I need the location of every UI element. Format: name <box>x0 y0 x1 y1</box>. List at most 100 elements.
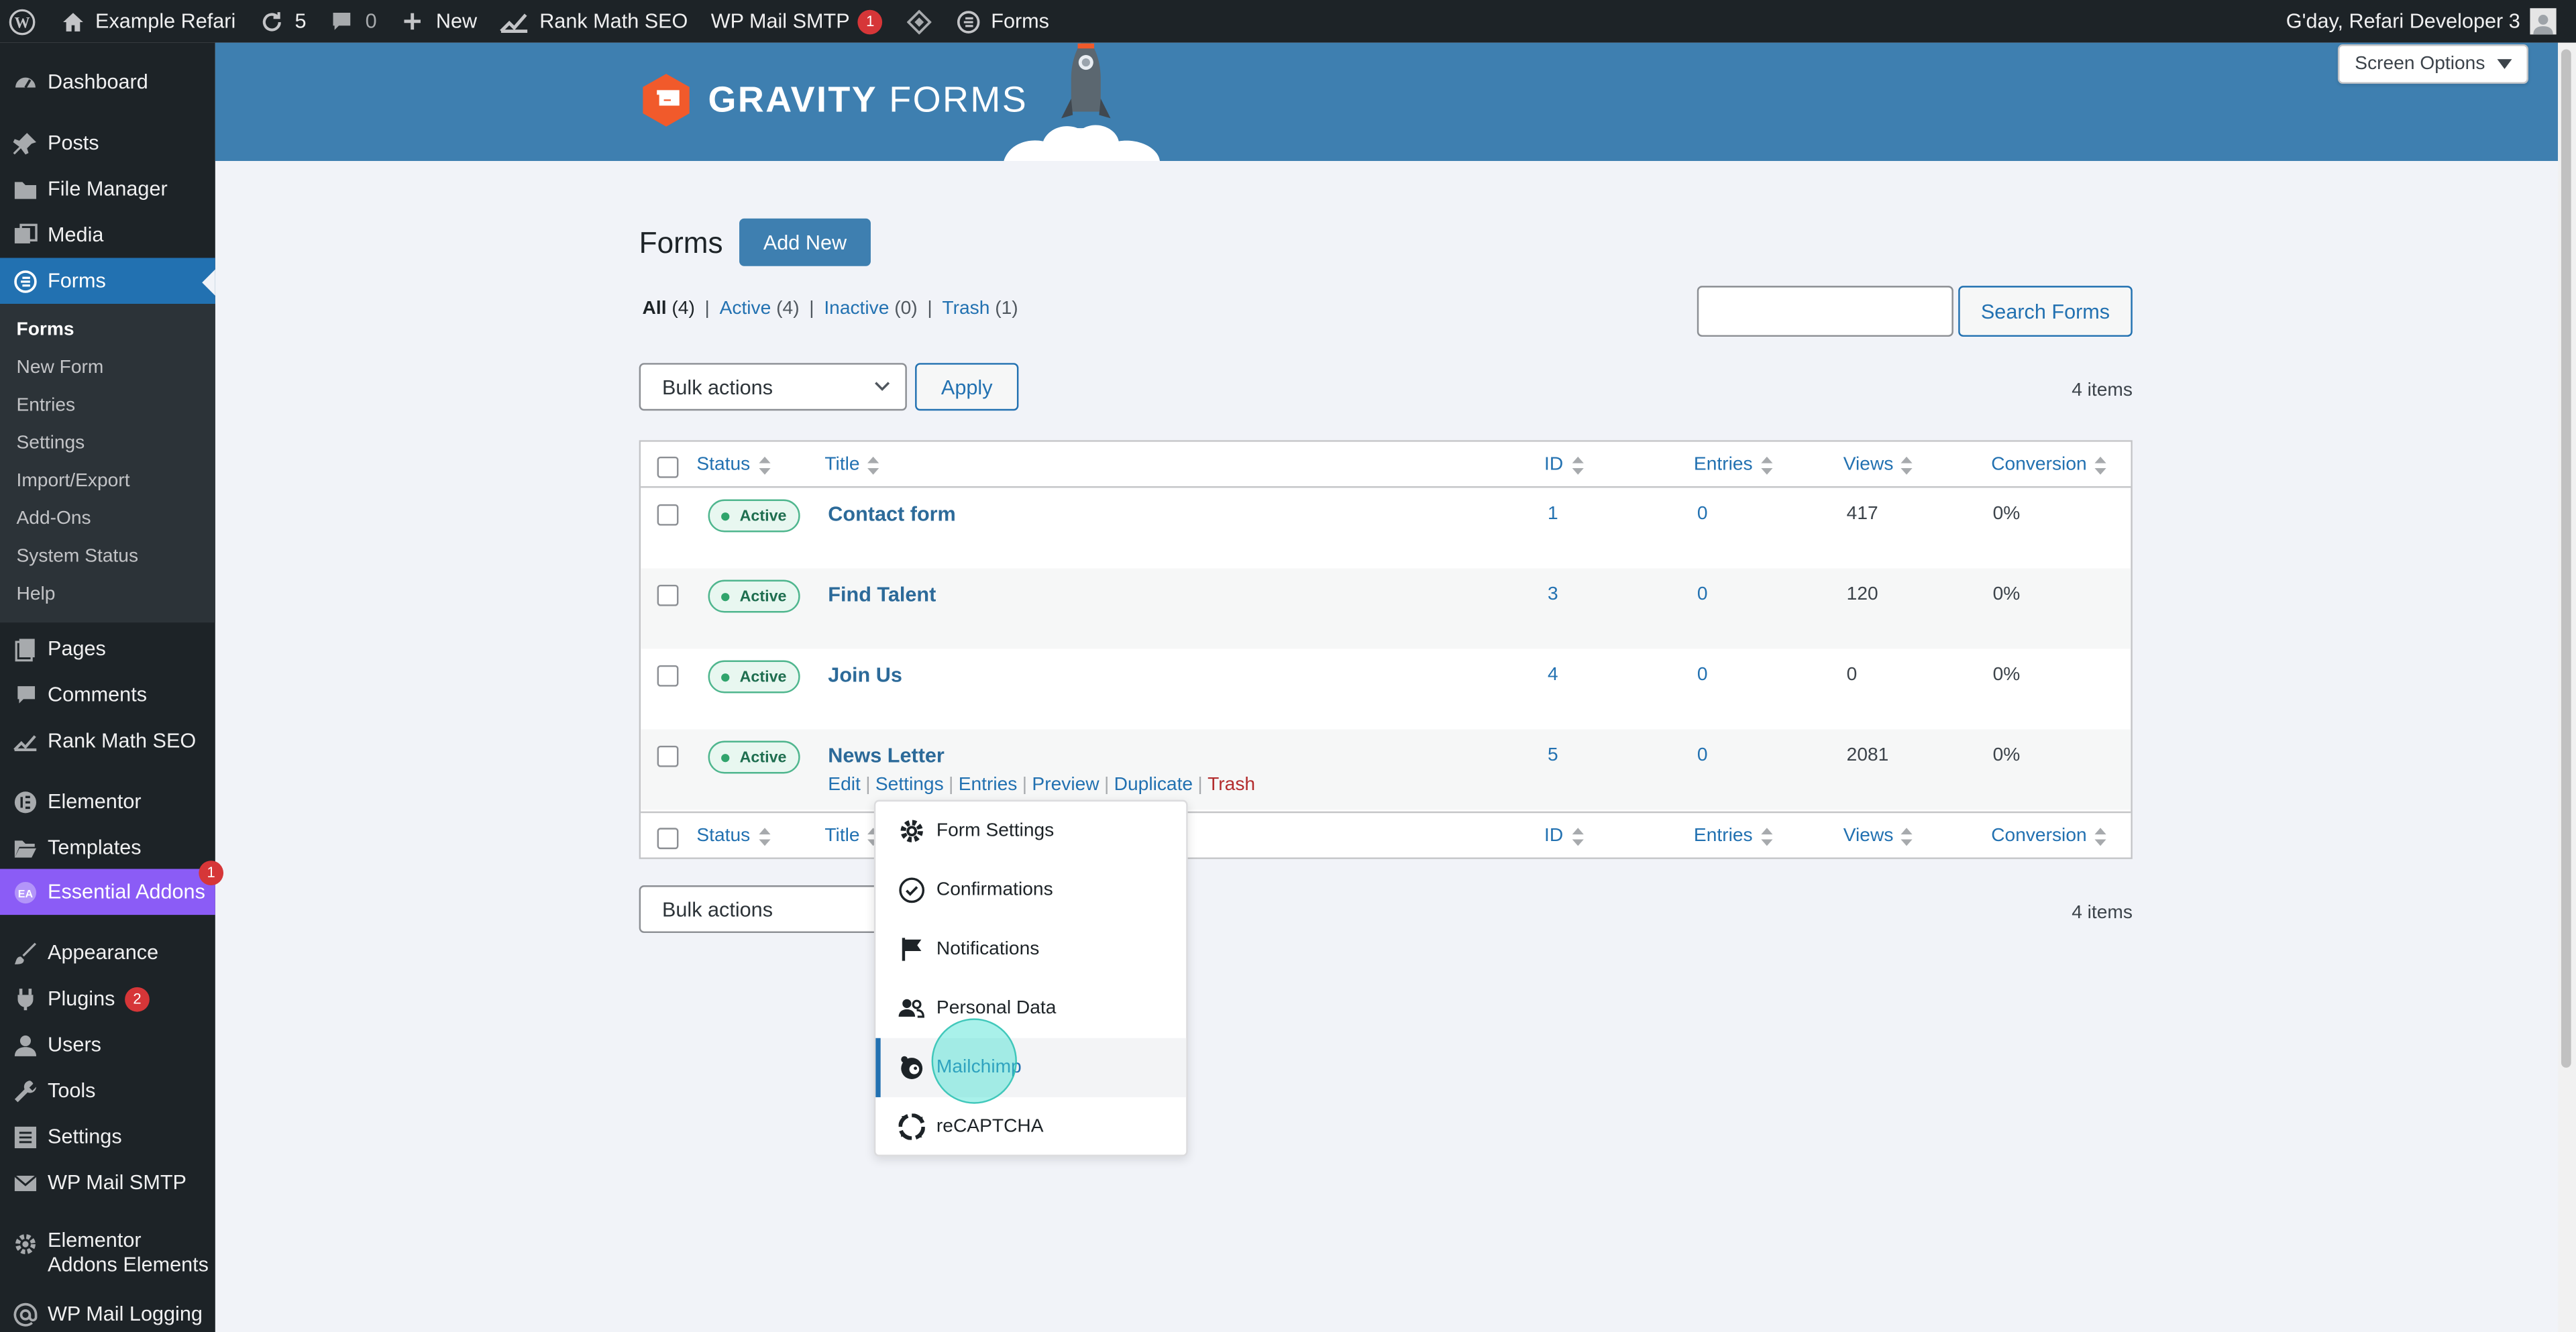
menu-item-elementor-addons-elements[interactable]: Elementor Addons Elements <box>0 1229 215 1281</box>
row-action-preview[interactable]: Preview <box>1032 775 1099 795</box>
submenu-system-status[interactable]: System Status <box>16 547 138 567</box>
menu-item-personal-data[interactable]: Personal Data <box>875 979 1186 1038</box>
row-action-edit[interactable]: Edit <box>828 775 861 795</box>
submenu-import-export[interactable]: Import/Export <box>16 471 129 491</box>
row-action-duplicate[interactable]: Duplicate <box>1114 775 1193 795</box>
rankmath-link[interactable]: Rank Math SEO <box>488 0 699 43</box>
filter-inactive[interactable]: Inactive (0) <box>824 299 917 319</box>
menu-item-comments[interactable]: Comments <box>0 675 215 715</box>
screen-options-button[interactable]: Screen Options <box>2337 44 2529 84</box>
column-header-title[interactable]: Title <box>824 455 879 475</box>
menu-item-dashboard[interactable]: Dashboard <box>0 62 215 102</box>
menu-item-notifications[interactable]: Notifications <box>875 920 1186 979</box>
menu-item-templates[interactable]: Templates <box>0 828 215 867</box>
submenu-entries[interactable]: Entries <box>16 396 75 415</box>
form-title-link[interactable]: Contact form <box>828 502 955 525</box>
row-checkbox[interactable] <box>657 504 679 526</box>
column-header-status[interactable]: Status <box>696 455 770 475</box>
search-forms-button[interactable]: Search Forms <box>1958 286 2133 337</box>
column-header-id[interactable]: ID <box>1544 455 1583 475</box>
status-badge[interactable]: Active <box>708 579 800 613</box>
menu-item-essential-addons[interactable]: EA Essential Addons 1 <box>0 861 224 915</box>
site-name-link[interactable]: Example Refari <box>48 0 247 43</box>
diamond-icon <box>906 8 932 34</box>
menu-item-form-settings[interactable]: Form Settings <box>875 801 1186 861</box>
menu-label-users: Users <box>48 1033 101 1056</box>
menu-item-rank-math[interactable]: Rank Math SEO <box>0 721 215 761</box>
column-header-views[interactable]: Views <box>1843 455 1913 475</box>
row-action-entries[interactable]: Entries <box>959 775 1018 795</box>
column-footer-entries[interactable]: Entries <box>1694 826 1772 846</box>
form-id[interactable]: 5 <box>1548 746 1558 765</box>
apply-button[interactable]: Apply <box>915 363 1019 411</box>
scrollbar-thumb[interactable] <box>2561 49 2571 1068</box>
column-footer-status[interactable]: Status <box>696 826 770 846</box>
form-entries-link[interactable]: 0 <box>1697 504 1708 524</box>
row-action-trash[interactable]: Trash <box>1208 775 1255 795</box>
row-checkbox[interactable] <box>657 584 679 606</box>
menu-item-wp-mail-smtp[interactable]: WP Mail SMTP <box>0 1163 215 1203</box>
select-all-checkbox[interactable] <box>657 456 679 478</box>
form-id[interactable]: 1 <box>1548 504 1558 524</box>
menu-item-tools[interactable]: Tools <box>0 1071 215 1111</box>
submenu-help[interactable]: Help <box>16 585 55 604</box>
status-badge[interactable]: Active <box>708 499 800 533</box>
status-badge[interactable]: Active <box>708 740 800 774</box>
column-footer-title[interactable]: Title <box>824 826 879 846</box>
form-entries-link[interactable]: 0 <box>1697 585 1708 604</box>
form-id[interactable]: 3 <box>1548 585 1558 604</box>
submenu-forms[interactable]: Forms <box>16 321 74 340</box>
add-new-form-button[interactable]: Add New <box>739 218 871 266</box>
menu-item-confirmations[interactable]: Confirmations <box>875 861 1186 920</box>
bulk-actions-select-top[interactable]: Bulk actions <box>639 363 907 411</box>
menu-item-settings[interactable]: Settings <box>0 1117 215 1156</box>
bulk-actions-select-bottom[interactable]: Bulk actions <box>639 885 907 934</box>
wp-mail-smtp-link[interactable]: WP Mail SMTP 1 <box>700 0 894 43</box>
column-footer-conversion[interactable]: Conversion <box>1991 826 2107 846</box>
menu-item-media[interactable]: Media <box>0 215 215 255</box>
form-entries-link[interactable]: 0 <box>1697 665 1708 685</box>
gravity-forms-link[interactable]: Forms <box>943 0 1061 43</box>
menu-item-appearance[interactable]: Appearance <box>0 933 215 973</box>
comments-link[interactable]: 0 <box>318 0 388 43</box>
status-badge[interactable]: Active <box>708 660 800 693</box>
my-account[interactable]: G'day, Refari Developer 3 <box>2286 0 2557 43</box>
menu-item-users[interactable]: Users <box>0 1025 215 1064</box>
menu-item-forms[interactable]: Forms <box>0 258 215 304</box>
form-title-link[interactable]: Find Talent <box>828 583 936 606</box>
column-footer-id[interactable]: ID <box>1544 826 1583 846</box>
filter-active[interactable]: Active (4) <box>720 299 800 319</box>
form-title-link[interactable]: Join Us <box>828 663 902 686</box>
menu-item-posts[interactable]: Posts <box>0 123 215 163</box>
search-forms-input[interactable] <box>1697 286 1953 337</box>
form-conversion: 0% <box>1992 504 2021 524</box>
vertical-scrollbar[interactable] <box>2558 42 2576 1332</box>
menu-item-plugins[interactable]: Plugins 2 <box>0 979 215 1019</box>
submenu-new-form[interactable]: New Form <box>16 358 103 378</box>
mail-icon <box>13 1170 38 1195</box>
diamond-link[interactable] <box>894 0 943 43</box>
menu-item-file-manager[interactable]: File Manager <box>0 169 215 209</box>
column-footer-views[interactable]: Views <box>1843 826 1913 846</box>
row-checkbox[interactable] <box>657 665 679 687</box>
menu-item-wp-mail-logging[interactable]: WP Mail Logging <box>0 1294 215 1332</box>
wp-logo[interactable]: W <box>0 0 48 43</box>
menu-item-pages[interactable]: Pages <box>0 629 215 669</box>
column-header-entries[interactable]: Entries <box>1694 455 1772 475</box>
filter-trash[interactable]: Trash (1) <box>942 299 1018 319</box>
row-checkbox[interactable] <box>657 745 679 767</box>
submenu-add-ons[interactable]: Add-Ons <box>16 509 91 529</box>
form-id[interactable]: 4 <box>1548 665 1558 685</box>
updates-link[interactable]: 5 <box>247 0 317 43</box>
form-title-link[interactable]: News Letter <box>828 744 945 767</box>
select-all-checkbox-bottom[interactable] <box>657 828 679 850</box>
menu-item-elementor[interactable]: Elementor <box>0 782 215 822</box>
submenu-settings[interactable]: Settings <box>16 434 85 453</box>
new-content-link[interactable]: New <box>388 0 488 43</box>
column-header-conversion[interactable]: Conversion <box>1991 455 2107 475</box>
row-action-settings[interactable]: Settings <box>875 775 944 795</box>
menu-item-mailchimp[interactable]: Mailchimp <box>875 1038 1187 1097</box>
filter-all[interactable]: All (4) <box>643 299 695 319</box>
form-entries-link[interactable]: 0 <box>1697 746 1708 765</box>
menu-item-recaptcha[interactable]: reCAPTCHA <box>875 1097 1186 1156</box>
